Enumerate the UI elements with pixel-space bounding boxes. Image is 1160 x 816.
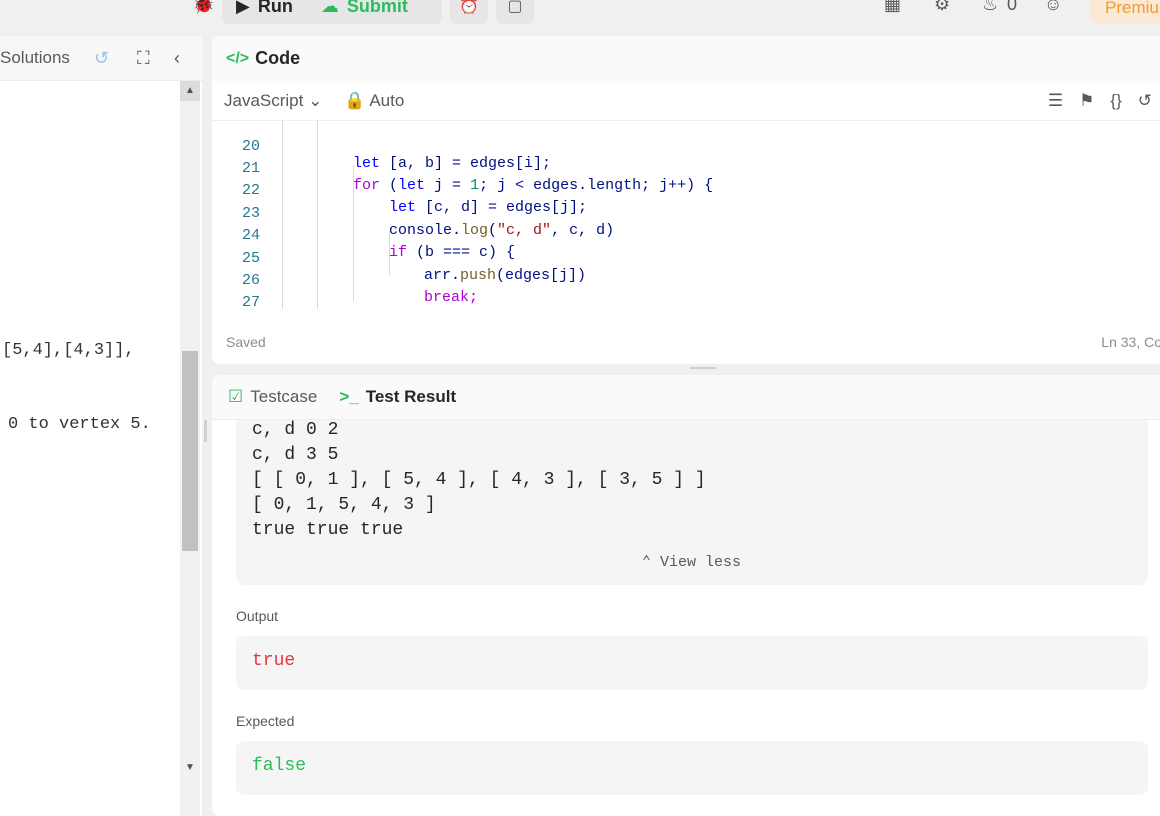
code-text: for (let j = 1; j < edges.length; j++) { — [353, 177, 714, 194]
test-header: ☑ Testcase >_ Test Result — [212, 375, 1160, 420]
run-button[interactable]: ▶ Run — [222, 0, 307, 24]
vertical-resize-handle[interactable] — [690, 367, 716, 369]
code-text: let [c, d] = edges[j]; — [389, 199, 588, 216]
editor-tools: ☰ ⚑ {} ↺ — [1048, 91, 1152, 111]
stdout-line: true true true — [252, 520, 404, 540]
tab-testcase-label: Testcase — [250, 387, 318, 406]
panel-resize-handle[interactable] — [204, 420, 207, 442]
tab-solutions[interactable]: Solutions — [0, 48, 70, 68]
code-header: </> Code — [212, 36, 1160, 81]
lock-icon: 🔒 — [344, 90, 366, 110]
code-toolbar: JavaScript ⌄ 🔒 Auto ☰ ⚑ {} ↺ — [212, 81, 1160, 121]
code-text: console.log("c, d", c, d) — [389, 222, 615, 239]
alarm-icon: ⏰ — [459, 0, 479, 15]
expand-icon[interactable]: ⛶ — [137, 48, 150, 69]
layout-icon[interactable]: ▦ — [884, 0, 901, 15]
tab-test-result-label: Test Result — [365, 387, 457, 406]
code-text: if (b === c) { — [389, 244, 516, 261]
top-toolbar: 🐞 ▶ Run ☁ Submit ⏰ ▢ ▦ ⚙ ♨ 0 ☺ Premiu — [0, 0, 1160, 26]
left-panel-header: Solutions ↺ ⛶ ‹ — [0, 36, 202, 81]
streak-count: 0 — [1007, 0, 1018, 14]
code-line: 20 let [a, b] = edges[i]; — [212, 121, 551, 172]
stdout-line: [ 0, 1, 5, 4, 3 ] — [252, 495, 436, 515]
chevron-down-icon: ⌄ — [308, 90, 323, 110]
expected-value: false — [236, 741, 1148, 795]
avatar[interactable]: ☺ — [1044, 0, 1062, 15]
language-select[interactable]: JavaScript ⌄ — [224, 91, 322, 111]
reset-icon[interactable]: ↺ — [1138, 91, 1152, 111]
cloud-upload-icon: ☁ — [320, 0, 339, 16]
code-editor[interactable]: 20 let [a, b] = edges[i]; 21 for (let j … — [212, 121, 1160, 309]
play-icon: ▶ — [236, 0, 250, 16]
left-scrollbar[interactable]: ▲ ▼ — [180, 81, 200, 816]
left-panel: Solutions ↺ ⛶ ‹ [5,4],[4,3]], 0 to verte… — [0, 36, 202, 816]
chevrons-up-icon: ⌃ — [642, 554, 652, 571]
tab-test-result[interactable]: >_ Test Result — [339, 387, 456, 407]
code-text: arr.push(edges[j]) — [424, 267, 587, 284]
view-less-button[interactable]: ⌃ View less — [642, 552, 741, 571]
expected-label: Expected — [236, 713, 295, 729]
braces-icon[interactable]: {} — [1110, 91, 1121, 111]
cursor-position: Ln 33, Co — [1101, 334, 1160, 350]
flame-icon[interactable]: ♨ — [982, 0, 998, 15]
description-content: [5,4],[4,3]], 0 to vertex 5. — [0, 81, 180, 816]
run-label: Run — [257, 0, 293, 16]
code-line: 24 if (b === c) { — [212, 210, 515, 261]
code-panel: </> Code JavaScript ⌄ 🔒 Auto ☰ ⚑ {} ↺ 20… — [212, 36, 1160, 364]
stdout-line: c, d 0 2 — [252, 420, 339, 440]
code-line: 27 } — [212, 277, 266, 309]
code-title: Code — [255, 48, 301, 68]
output-label: Output — [236, 608, 279, 624]
code-line: 26 break; — [212, 255, 478, 306]
description-line: 0 to vertex 5. — [8, 415, 151, 434]
view-less-label: View less — [660, 554, 742, 571]
test-panel: ☑ Testcase >_ Test Result c, d 0 2 c, d … — [212, 375, 1160, 816]
stdout-line: [ [ 0, 1 ], [ 5, 4 ], [ 4, 3 ], [ 3, 5 ]… — [252, 470, 706, 490]
indent-guide — [317, 121, 318, 309]
output-value: true — [236, 636, 1148, 690]
scroll-thumb[interactable] — [182, 351, 198, 551]
run-submit-group: ▶ Run ☁ Submit — [222, 0, 442, 24]
submit-button[interactable]: ☁ Submit — [307, 0, 422, 24]
auto-mode[interactable]: 🔒 Auto — [344, 91, 404, 111]
code-line: 23 console.log("c, d", c, d) — [212, 188, 614, 239]
auto-label: Auto — [369, 90, 405, 110]
checkbox-icon: ☑ — [228, 387, 244, 406]
code-line: 22 let [c, d] = edges[j]; — [212, 165, 587, 216]
settings-icon[interactable]: ⚙ — [934, 0, 950, 15]
premium-button[interactable]: Premiu — [1090, 0, 1160, 24]
format-icon[interactable]: ☰ — [1048, 91, 1063, 111]
code-line: 21 for (let j = 1; j < edges.length; j++… — [212, 143, 713, 194]
history-icon[interactable]: ↺ — [94, 48, 109, 69]
code-text: break; — [424, 289, 479, 306]
language-label: JavaScript — [224, 90, 304, 110]
code-line: 25 arr.push(edges[j]) — [212, 233, 586, 284]
stdout-line: c, d 3 5 — [252, 445, 339, 465]
code-text: let [a, b] = edges[i]; — [353, 155, 552, 172]
chevron-left-icon[interactable]: ‹ — [174, 48, 180, 69]
bookmark-icon[interactable]: ⚑ — [1079, 91, 1094, 111]
stdout-box: c, d 0 2 c, d 3 5 [ [ 0, 1 ], [ 5, 4 ], … — [236, 420, 1148, 585]
indent-guide — [282, 121, 283, 309]
alarm-button[interactable]: ⏰ — [450, 0, 488, 24]
terminal-icon: >_ — [339, 387, 359, 406]
note-icon: ▢ — [507, 0, 523, 15]
tab-testcase[interactable]: ☑ Testcase — [228, 387, 317, 407]
description-line: [5,4],[4,3]], — [2, 341, 135, 360]
code-icon: </> — [226, 49, 250, 67]
scroll-down-button[interactable]: ▼ — [180, 758, 200, 778]
code-line: 28 } — [212, 299, 266, 309]
debug-icon[interactable]: 🐞 — [192, 0, 214, 15]
submit-label: Submit — [346, 0, 408, 16]
scroll-up-button[interactable]: ▲ — [180, 81, 200, 101]
note-button[interactable]: ▢ — [496, 0, 534, 24]
save-status: Saved — [226, 334, 266, 350]
